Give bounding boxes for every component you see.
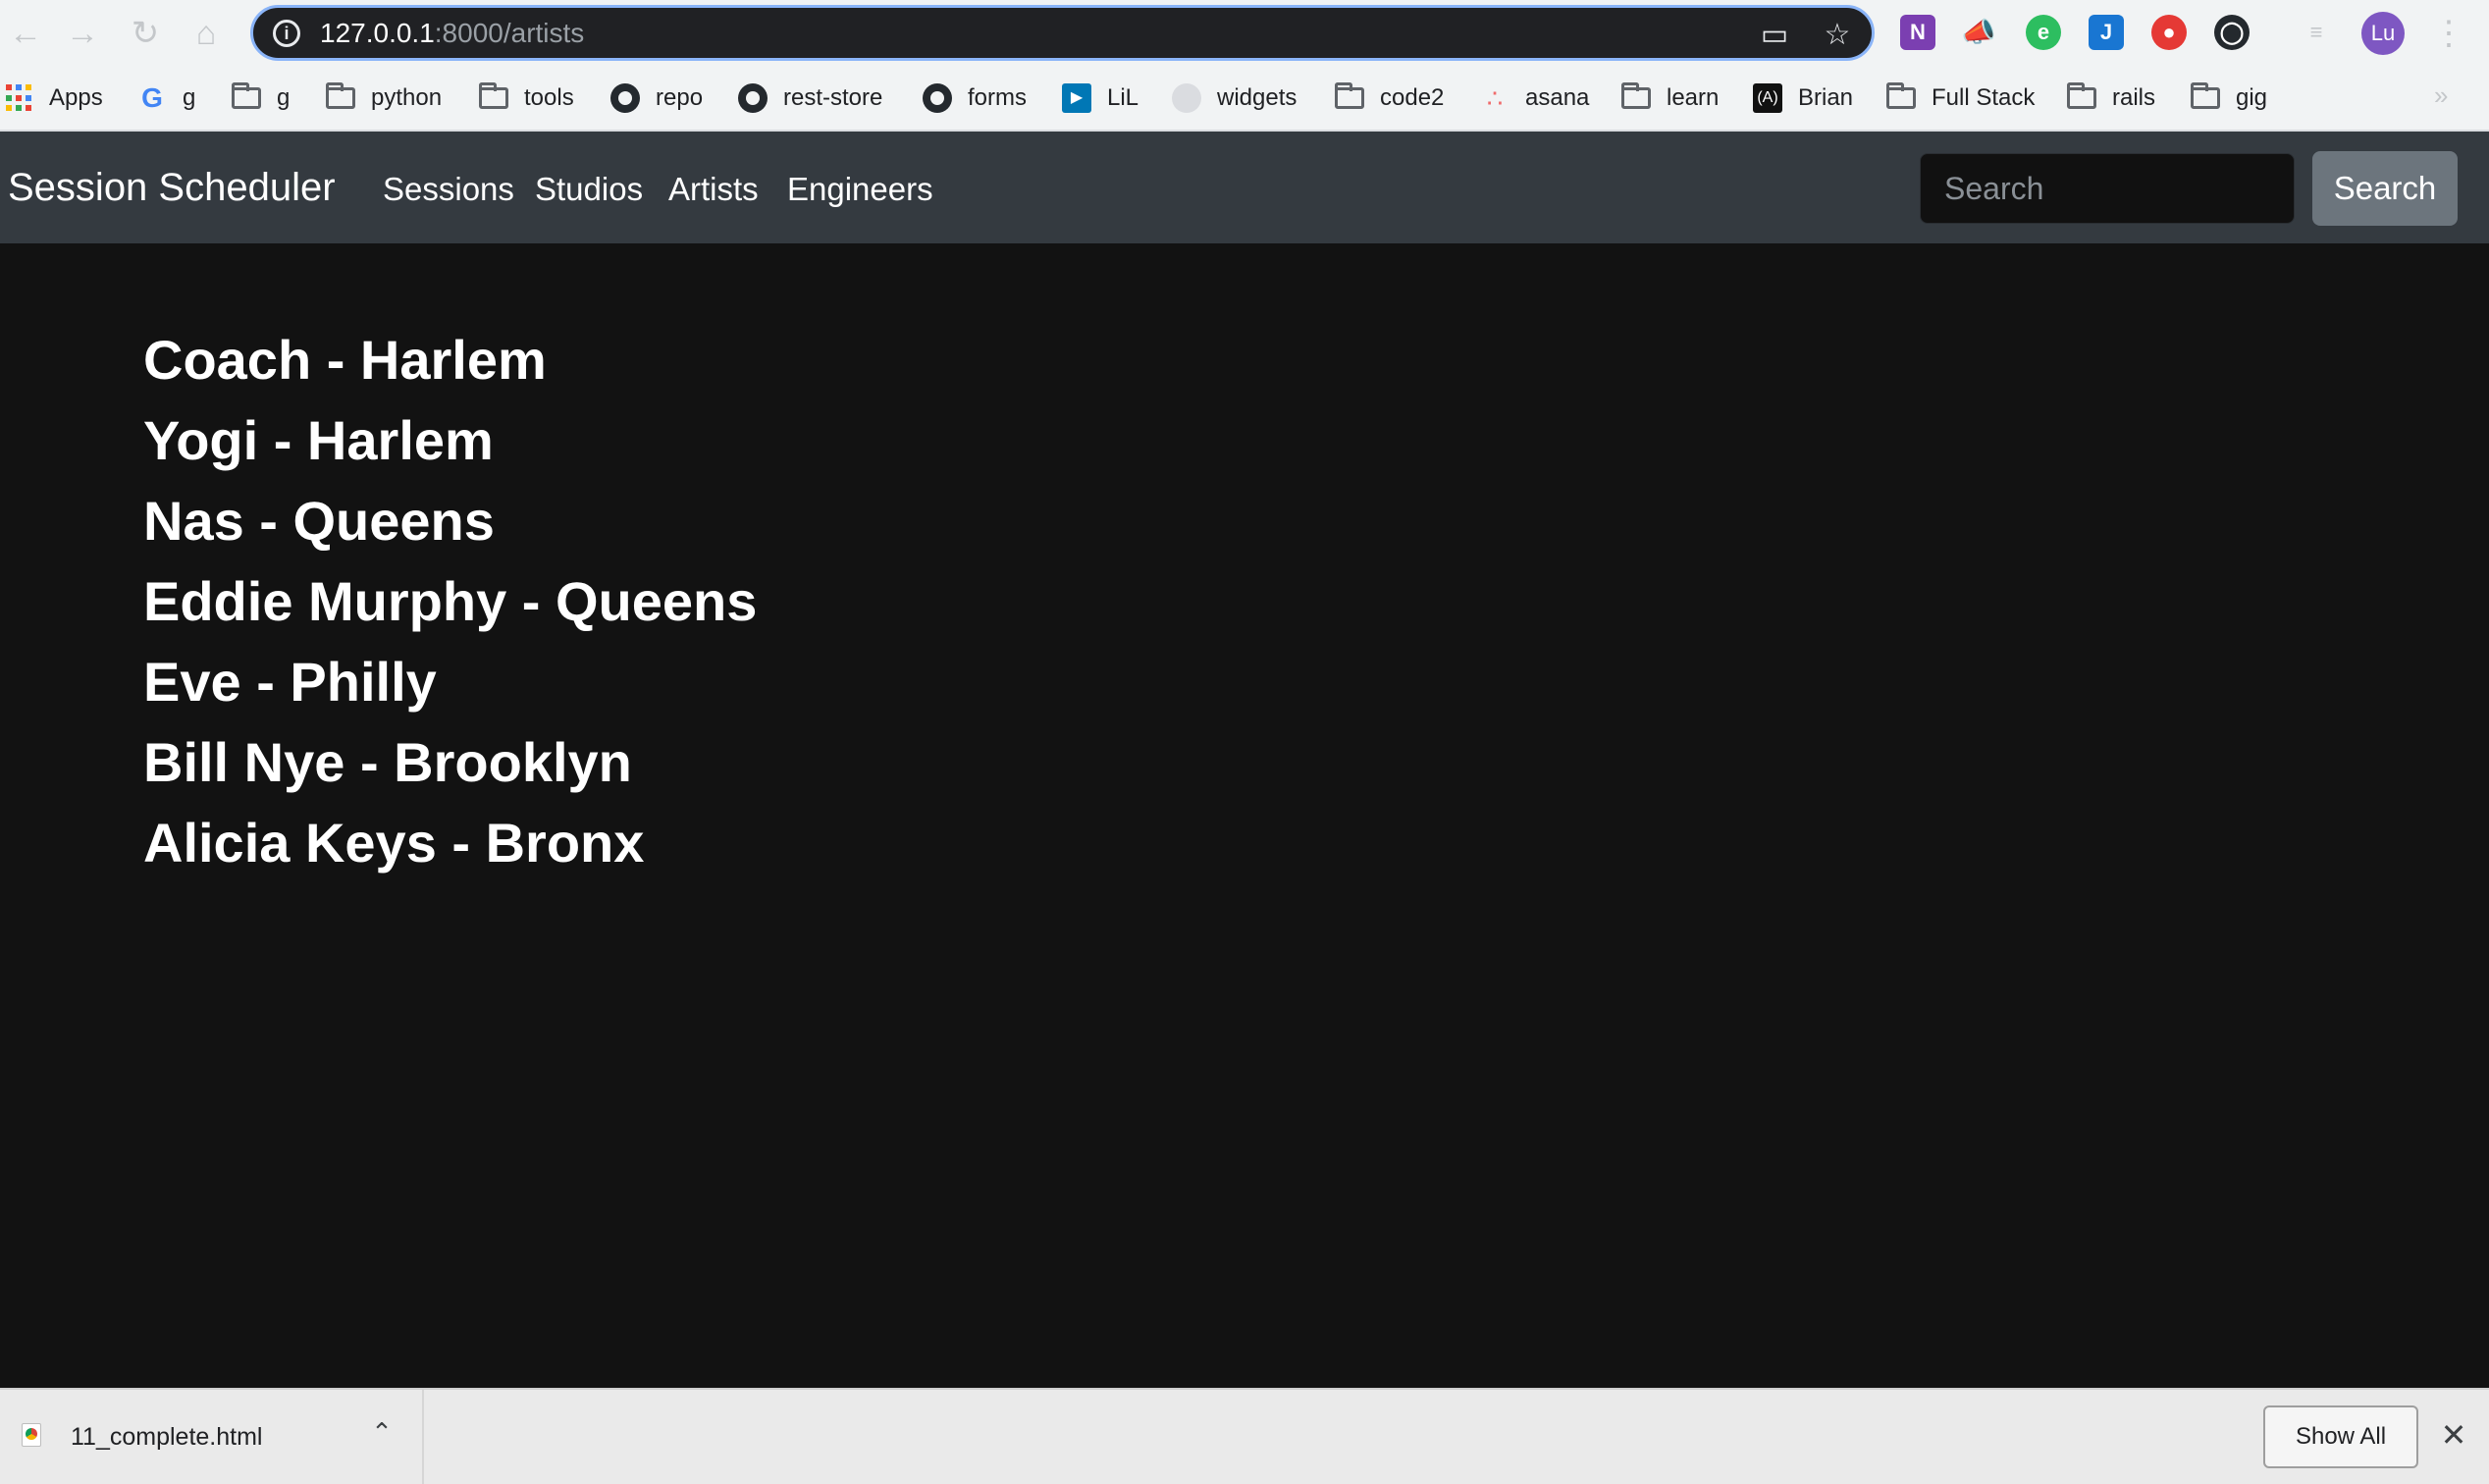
profile-avatar[interactable]: Lu	[2361, 12, 2405, 55]
artist-item: Yogi - Harlem	[143, 409, 494, 471]
asana-icon: ∴	[1486, 83, 1504, 113]
bookmark-label: rest-store	[783, 84, 883, 111]
media-queue-icon[interactable]: ≡	[2299, 15, 2334, 50]
bookmark-label: code2	[1380, 84, 1445, 111]
forward-arrow-icon[interactable]: →	[63, 14, 102, 53]
google-icon: G	[141, 82, 163, 113]
search-button[interactable]: Search	[2312, 151, 2458, 226]
site-info-icon[interactable]: i	[273, 20, 300, 47]
folder-icon	[2191, 82, 2220, 109]
show-all-button[interactable]: Show All	[2263, 1405, 2418, 1468]
folder-icon	[232, 82, 261, 109]
bookmark-star-icon[interactable]: ☆	[1820, 18, 1855, 53]
bookmark-apps[interactable]: Apps	[6, 80, 103, 116]
bookmark-label: python	[371, 84, 443, 111]
bookmark-label: g	[183, 84, 196, 111]
url-path: :8000/artists	[434, 18, 585, 48]
chevron-up-icon[interactable]: ⌃	[365, 1415, 398, 1449]
bookmark-rails[interactable]: rails	[2067, 80, 2155, 116]
bookmark-label: g	[277, 84, 291, 111]
bookmark-forms[interactable]: forms	[923, 80, 1027, 116]
bookmark-python[interactable]: python	[326, 80, 442, 116]
bookmark-g-google[interactable]: G g	[137, 80, 195, 116]
brian-icon: (A)	[1753, 83, 1782, 113]
app-navbar: Session Scheduler Sessions Studios Artis…	[0, 132, 2489, 243]
url-host: 127.0.0.1	[320, 18, 435, 48]
artist-list: Coach - Harlem Yogi - Harlem Nas - Queen…	[143, 320, 757, 883]
artist-item: Coach - Harlem	[143, 329, 547, 391]
artist-item: Nas - Queens	[143, 490, 495, 552]
main-content: Coach - Harlem Yogi - Harlem Nas - Queen…	[0, 243, 2489, 1388]
j-extension-icon[interactable]: J	[2089, 15, 2124, 50]
bookmarks-bar: Apps G g g python tools repo rest-store …	[0, 67, 2489, 132]
github-icon	[923, 83, 952, 113]
bookmark-tools[interactable]: tools	[479, 80, 574, 116]
megaphone-icon[interactable]: 📣	[1961, 15, 1996, 50]
browser-toolbar: ← → ↻ ⌂ i 127.0.0.1:8000/artists ▭ ☆ N 📣…	[0, 0, 2489, 67]
folder-icon	[326, 82, 355, 109]
reload-icon[interactable]: ↻	[126, 14, 165, 53]
nav-link-artists[interactable]: Artists	[668, 171, 759, 208]
onenote-icon[interactable]: N	[1900, 15, 1935, 50]
folder-icon	[2067, 82, 2096, 109]
bookmark-label: forms	[968, 84, 1027, 111]
cast-icon[interactable]: ▭	[1757, 18, 1792, 53]
bookmark-gig[interactable]: gig	[2191, 80, 2267, 116]
bookmark-label: Apps	[49, 84, 103, 111]
apps-grid-icon	[6, 84, 33, 112]
bookmark-label: asana	[1525, 84, 1590, 111]
address-bar[interactable]: i 127.0.0.1:8000/artists ▭ ☆	[250, 5, 1875, 61]
bookmark-label: gig	[2236, 84, 2268, 111]
github-icon	[738, 83, 768, 113]
bookmark-repo[interactable]: repo	[610, 80, 703, 116]
bookmark-label: Brian	[1798, 84, 1854, 111]
bookmark-code2[interactable]: code2	[1335, 80, 1444, 116]
nav-link-sessions[interactable]: Sessions	[383, 171, 514, 208]
bookmark-label: tools	[524, 84, 574, 111]
nav-link-studios[interactable]: Studios	[535, 171, 643, 208]
bookmark-label: learn	[1667, 84, 1720, 111]
nav-link-engineers[interactable]: Engineers	[787, 171, 933, 208]
download-item[interactable]: 11_complete.html ⌃	[0, 1390, 424, 1484]
artist-item: Bill Nye - Brooklyn	[143, 731, 632, 793]
folder-icon	[1621, 82, 1651, 109]
github-icon[interactable]: ◯	[2214, 15, 2250, 50]
bookmark-asana[interactable]: ∴ asana	[1480, 80, 1590, 116]
folder-icon	[1886, 82, 1916, 109]
back-arrow-icon[interactable]: ←	[6, 14, 45, 53]
bookmark-label: rails	[2112, 84, 2156, 111]
artist-item: Alicia Keys - Bronx	[143, 812, 645, 874]
bookmark-label: LiL	[1107, 84, 1139, 111]
bookmark-brian[interactable]: (A) Brian	[1753, 80, 1853, 116]
bookmark-lil[interactable]: ▶ LiL	[1062, 80, 1139, 116]
bookmark-widgets[interactable]: widgets	[1172, 80, 1297, 116]
bookmark-label: Full Stack	[1932, 84, 2036, 111]
search-input[interactable]	[1920, 153, 2295, 224]
download-file-name: 11_complete.html	[71, 1423, 263, 1451]
folder-icon	[479, 82, 508, 109]
home-icon[interactable]: ⌂	[186, 14, 226, 53]
artist-item: Eve - Philly	[143, 651, 437, 713]
bookmarks-overflow-icon[interactable]: »	[2434, 80, 2448, 111]
bookmark-g-folder[interactable]: g	[232, 80, 290, 116]
close-icon[interactable]: ✕	[2436, 1417, 2471, 1453]
navbar-brand[interactable]: Session Scheduler	[8, 165, 336, 210]
globe-icon	[1172, 83, 1201, 113]
bookmark-label: widgets	[1217, 84, 1297, 111]
bookmark-full-stack[interactable]: Full Stack	[1886, 80, 2035, 116]
bookmark-learn[interactable]: learn	[1621, 80, 1719, 116]
github-icon	[610, 83, 640, 113]
browser-menu-icon[interactable]: ⋮	[2432, 12, 2465, 55]
bookmark-rest-store[interactable]: rest-store	[738, 80, 882, 116]
bookmark-label: repo	[656, 84, 704, 111]
url-text[interactable]: 127.0.0.1:8000/artists	[320, 18, 584, 49]
artist-item: Eddie Murphy - Queens	[143, 570, 758, 632]
evernote-icon[interactable]: e	[2026, 15, 2061, 50]
red-extension-icon[interactable]: ●	[2151, 15, 2187, 50]
chrome-file-icon	[22, 1423, 41, 1447]
download-shelf: 11_complete.html ⌃ Show All ✕	[0, 1388, 2489, 1484]
folder-icon	[1335, 82, 1364, 109]
lil-icon: ▶	[1062, 83, 1091, 113]
